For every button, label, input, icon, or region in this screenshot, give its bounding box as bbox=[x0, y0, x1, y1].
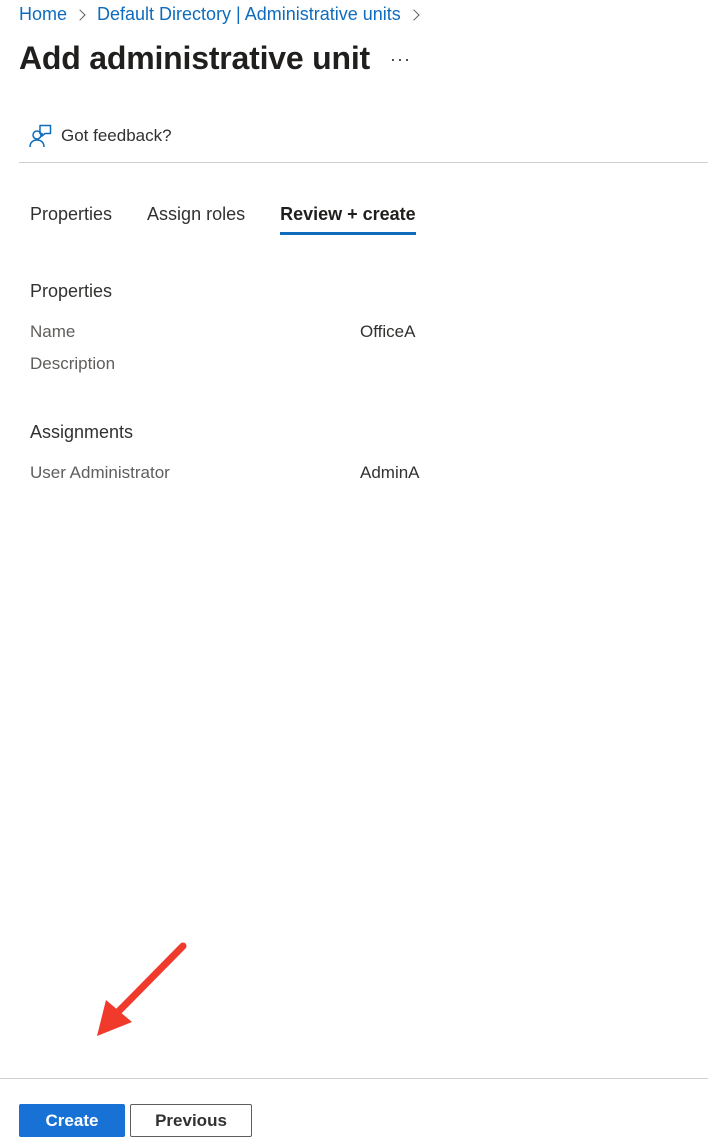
more-options-button[interactable]: ··· bbox=[390, 49, 411, 70]
name-value: OfficeA bbox=[360, 322, 416, 341]
chevron-right-icon bbox=[408, 8, 420, 21]
breadcrumb-admin-units-link[interactable]: Default Directory | Administrative units bbox=[97, 4, 401, 25]
divider bbox=[19, 162, 708, 163]
tab-properties[interactable]: Properties bbox=[30, 204, 112, 235]
breadcrumb-home-link[interactable]: Home bbox=[19, 4, 67, 25]
tab-assign-roles[interactable]: Assign roles bbox=[147, 204, 245, 235]
role-label: User Administrator bbox=[30, 463, 170, 482]
feedback-button[interactable]: Got feedback? bbox=[28, 124, 172, 148]
previous-button[interactable]: Previous bbox=[130, 1104, 252, 1137]
breadcrumb: Home Default Directory | Administrative … bbox=[19, 4, 431, 25]
footer-divider bbox=[0, 1078, 708, 1079]
feedback-person-icon bbox=[29, 124, 52, 148]
annotation-arrow-icon bbox=[97, 942, 187, 1036]
wizard-tabs: Properties Assign roles Review + create bbox=[30, 204, 416, 235]
page-title: Add administrative unit bbox=[19, 40, 370, 76]
feedback-label: Got feedback? bbox=[61, 126, 172, 145]
assignments-section-title: Assignments bbox=[30, 422, 134, 442]
create-button[interactable]: Create bbox=[19, 1104, 125, 1137]
role-value: AdminA bbox=[360, 463, 420, 482]
tab-review-create[interactable]: Review + create bbox=[280, 204, 416, 235]
properties-section-title: Properties bbox=[30, 281, 113, 301]
chevron-right-icon bbox=[74, 8, 86, 21]
description-label: Description bbox=[30, 354, 116, 373]
add-administrative-unit-page: Home Default Directory | Administrative … bbox=[0, 0, 708, 1142]
name-label: Name bbox=[30, 322, 76, 341]
